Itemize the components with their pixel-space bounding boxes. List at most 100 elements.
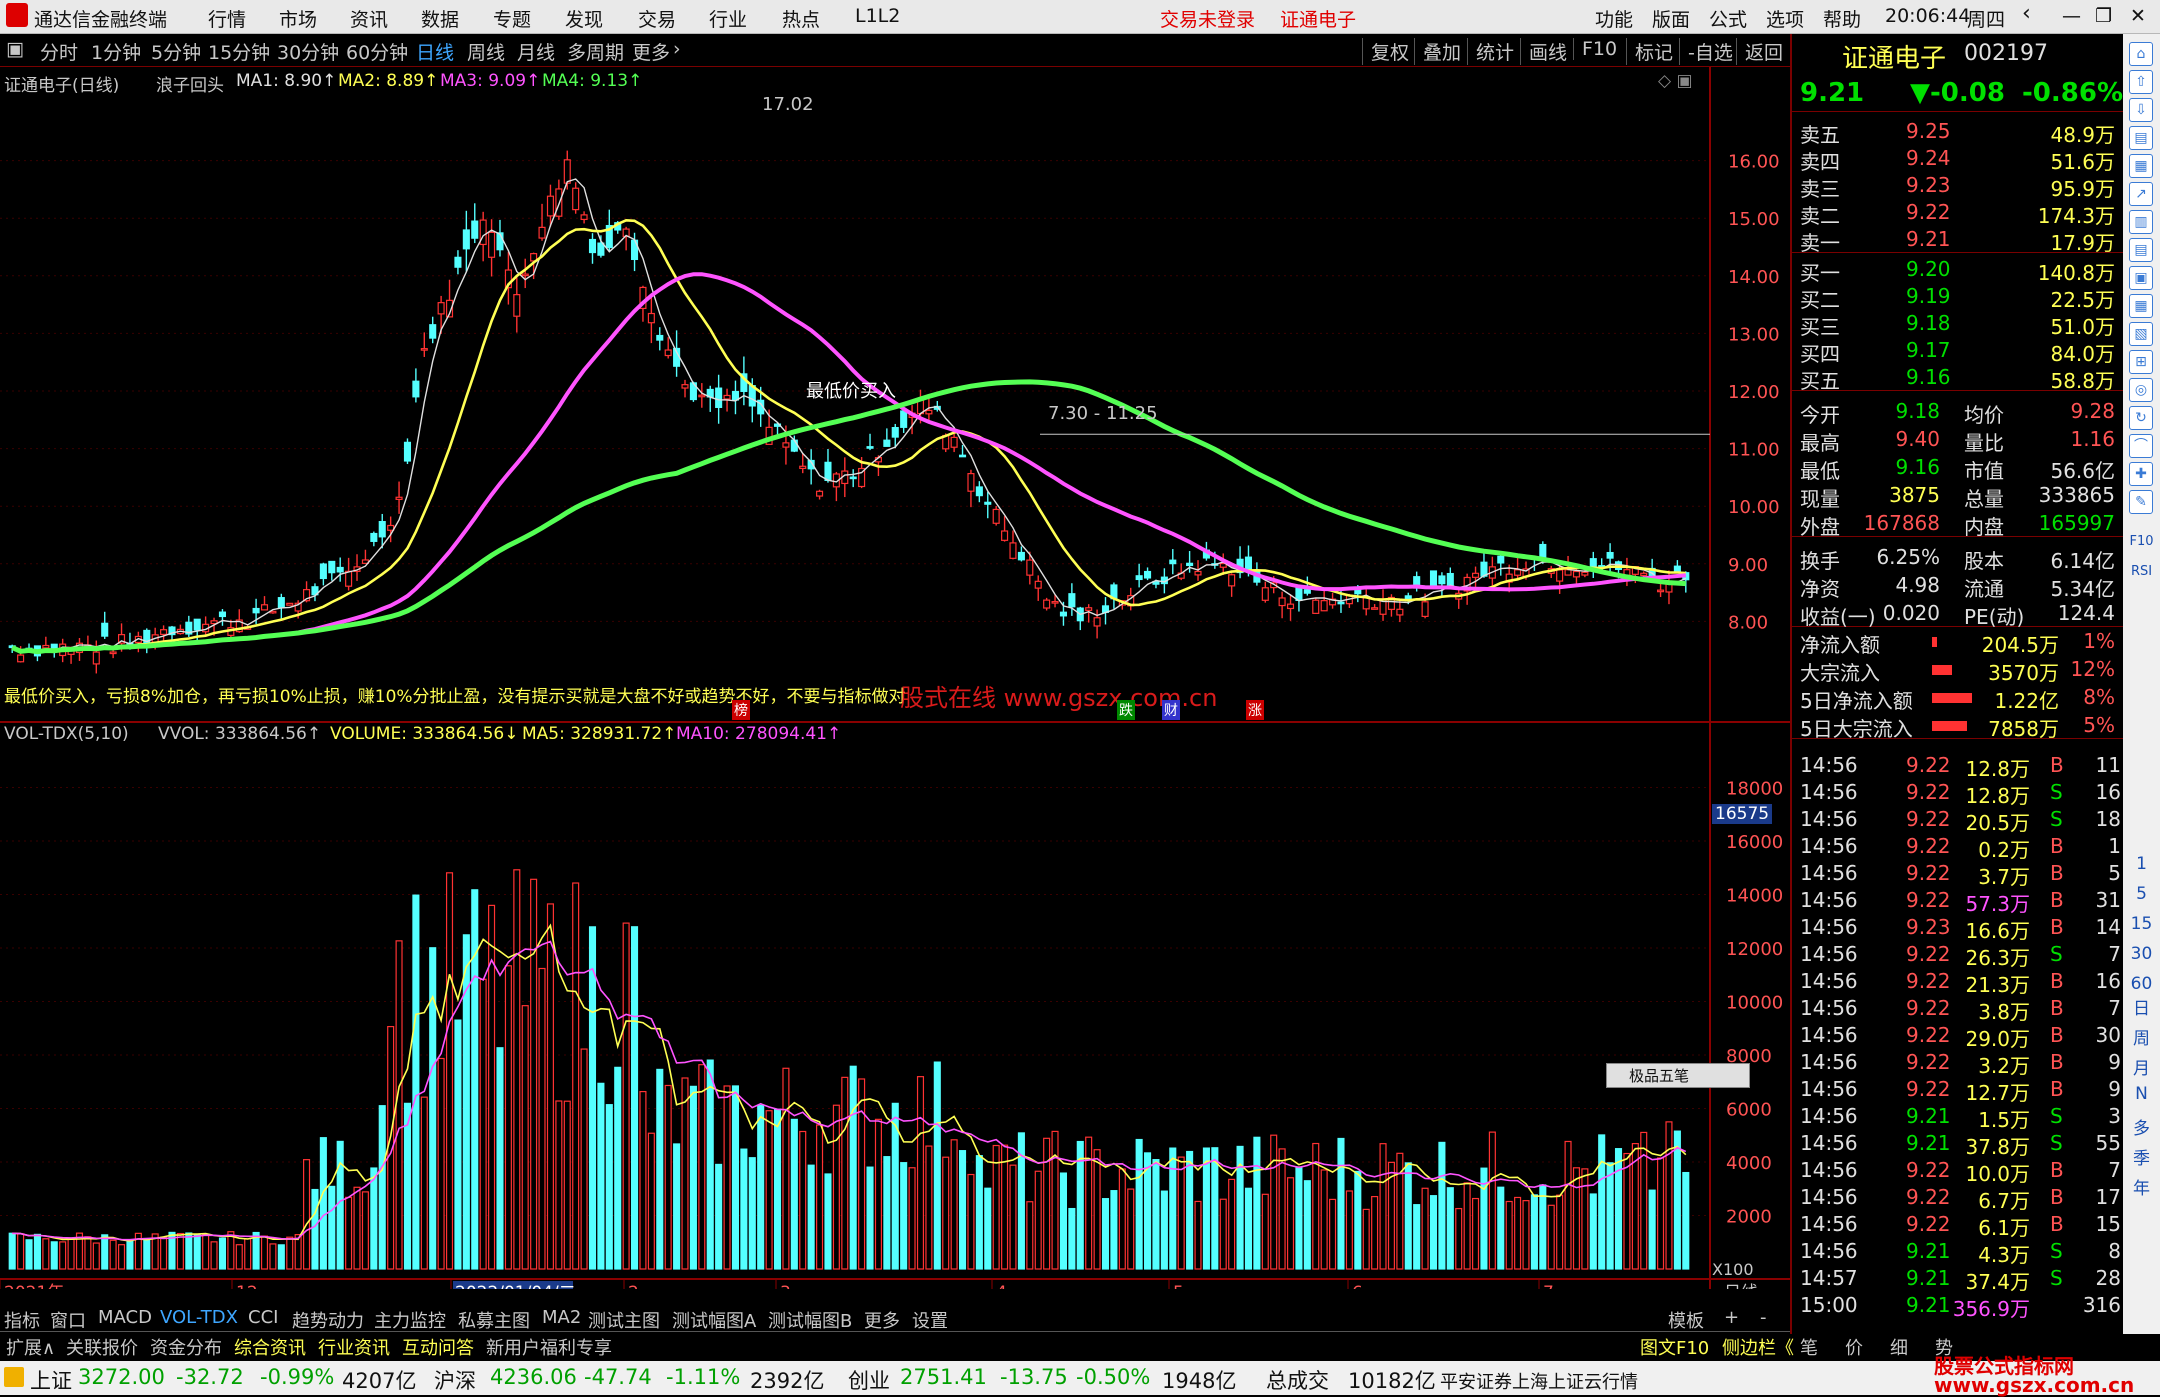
period-tab-15min[interactable]: 15分钟 xyxy=(208,38,270,65)
tick-row[interactable]: 14:56 9.22 21.3万 B 16 xyxy=(1792,968,2125,997)
side-tool-icon[interactable]: ◎ xyxy=(2129,378,2153,402)
ask-level[interactable]: 卖一 9.21 17.9万 xyxy=(1792,226,2125,255)
period-tab-more[interactable]: 更多 xyxy=(632,38,670,65)
period-tab-30min[interactable]: 30分钟 xyxy=(277,38,339,65)
stat-row[interactable]: 净资 4.98 流通 5.34亿 xyxy=(1792,572,2125,601)
tab-more[interactable]: 更多 xyxy=(864,1307,900,1333)
side-period-button[interactable]: 30 xyxy=(2123,944,2160,964)
tab-indicator[interactable]: 指标 xyxy=(4,1307,40,1333)
tab-test-main[interactable]: 测试主图 xyxy=(588,1307,660,1333)
side-period-button[interactable]: 日 xyxy=(2123,994,2160,1019)
menu-l1l2[interactable]: L1L2 xyxy=(855,5,900,27)
action-overlay[interactable]: 叠加 xyxy=(1414,38,1461,65)
badge-die[interactable]: 跌 xyxy=(1117,700,1135,720)
period-tab-daily[interactable]: 日线 xyxy=(416,38,454,65)
tick-row[interactable]: 14:56 9.22 12.7万 B 9 xyxy=(1792,1076,2125,1105)
info-tab-xi[interactable]: 细 xyxy=(1890,1334,1908,1360)
side-period-button[interactable]: RSI xyxy=(2123,564,2160,579)
back-arrow-icon[interactable]: ‹ xyxy=(2022,1,2031,26)
status-home-icon[interactable] xyxy=(4,1367,24,1387)
index-hs-name[interactable]: 沪深 xyxy=(434,1365,476,1395)
period-tab-5min[interactable]: 5分钟 xyxy=(151,38,201,65)
stock-name-link[interactable]: 证通电子 xyxy=(1280,5,1356,32)
maximize-icon[interactable]: ❐ xyxy=(2095,5,2112,27)
side-period-button[interactable]: 5 xyxy=(2123,884,2160,904)
stat-row[interactable]: 收益(一) 0.020 PE(动) 124.4 xyxy=(1792,600,2125,629)
side-period-button[interactable]: 1 xyxy=(2123,854,2160,874)
side-tool-icon[interactable]: ⇩ xyxy=(2129,98,2153,122)
action-draw-line[interactable]: 画线 xyxy=(1520,38,1567,65)
info-general-news[interactable]: 综合资讯 xyxy=(234,1334,306,1360)
tick-row[interactable]: 14:56 9.22 3.8万 B 7 xyxy=(1792,995,2125,1024)
stat-row[interactable]: 现量 3875 总量 333865 xyxy=(1792,482,2125,511)
fund-flow-row[interactable]: 净流入额 204.5万 1% xyxy=(1792,628,2125,657)
stat-row[interactable]: 最高 9.40 量比 1.16 xyxy=(1792,426,2125,455)
info-sidebar-toggle[interactable]: 侧边栏《 xyxy=(1722,1334,1794,1360)
info-tab-jia[interactable]: 价 xyxy=(1845,1334,1863,1360)
tab-window[interactable]: 窗口 xyxy=(50,1307,86,1333)
tab-template[interactable]: 模板 xyxy=(1668,1307,1704,1333)
chart-settings-icon[interactable]: ◇ ▣ xyxy=(1658,71,1693,91)
side-tool-icon[interactable]: ▧ xyxy=(2129,322,2153,346)
toolbar-menu-icon[interactable]: ▣ xyxy=(6,38,24,60)
stat-row[interactable]: 今开 9.18 均价 9.28 xyxy=(1792,398,2125,427)
tab-add[interactable]: + xyxy=(1724,1307,1739,1328)
info-fund-distribution[interactable]: 资金分布 xyxy=(150,1334,222,1360)
tick-row[interactable]: 14:56 9.22 20.5万 S 18 xyxy=(1792,806,2125,835)
fund-flow-row[interactable]: 5日净流入额 1.22亿 8% xyxy=(1792,684,2125,713)
ask-level[interactable]: 卖四 9.24 51.6万 xyxy=(1792,145,2125,174)
tick-row[interactable]: 14:56 9.22 57.3万 B 31 xyxy=(1792,887,2125,916)
menu-help[interactable]: 帮助 xyxy=(1823,5,1861,32)
side-period-button[interactable]: 周 xyxy=(2123,1024,2160,1049)
menu-topic[interactable]: 专题 xyxy=(493,5,531,32)
badge-bang[interactable]: 榜 xyxy=(732,700,750,720)
action-statistics[interactable]: 统计 xyxy=(1467,38,1514,65)
info-related-quote[interactable]: 关联报价 xyxy=(66,1334,138,1360)
period-tab-1min[interactable]: 1分钟 xyxy=(91,38,141,65)
minimize-icon[interactable]: — xyxy=(2062,5,2081,27)
tick-row[interactable]: 14:56 9.21 4.3万 S 8 xyxy=(1792,1238,2125,1267)
tick-row[interactable]: 14:56 9.22 3.7万 B 5 xyxy=(1792,860,2125,889)
kline-svg[interactable]: 16.00 15.00 14.00 13.00 12.00 11.00 10.00 9.00 8… xyxy=(0,67,1790,1289)
ask-level[interactable]: 卖五 9.25 48.9万 xyxy=(1792,118,2125,147)
menu-hotspot[interactable]: 热点 xyxy=(782,5,820,32)
chart-area[interactable]: 16.00 15.00 14.00 13.00 12.00 11.00 10.00 9.00 8… xyxy=(0,67,1790,1289)
action-back[interactable]: 返回 xyxy=(1736,38,1783,65)
tab-main-monitor[interactable]: 主力监控 xyxy=(374,1307,446,1333)
ask-level[interactable]: 卖三 9.23 95.9万 xyxy=(1792,172,2125,201)
info-qa[interactable]: 互动问答 xyxy=(402,1334,474,1360)
action-watchlist[interactable]: -自选 xyxy=(1679,38,1733,65)
info-tab-bi[interactable]: 笔 xyxy=(1800,1334,1818,1360)
tick-row[interactable]: 14:56 9.22 29.0万 B 30 xyxy=(1792,1022,2125,1051)
close-icon[interactable]: ✕ xyxy=(2130,5,2146,27)
period-tab-weekly[interactable]: 周线 xyxy=(467,38,505,65)
side-period-button[interactable]: F10 xyxy=(2123,534,2160,549)
menu-function[interactable]: 功能 xyxy=(1595,5,1633,32)
tick-row[interactable]: 14:56 9.23 16.6万 B 14 xyxy=(1792,914,2125,943)
period-tab-fenshi[interactable]: 分时 xyxy=(40,38,78,65)
period-tab-multi[interactable]: 多周期 xyxy=(567,38,624,65)
stat-row[interactable]: 最低 9.16 市值 56.6亿 xyxy=(1792,454,2125,483)
action-mark[interactable]: 标记 xyxy=(1626,38,1673,65)
menu-market-quote[interactable]: 行情 xyxy=(208,5,246,32)
trade-login-link[interactable]: 交易未登录 xyxy=(1160,5,1255,32)
bid-level[interactable]: 买五 9.16 58.8万 xyxy=(1792,364,2125,393)
stat-row[interactable]: 换手 6.25% 股本 6.14亿 xyxy=(1792,544,2125,573)
tick-row[interactable]: 14:56 9.22 6.1万 B 15 xyxy=(1792,1211,2125,1240)
tick-row[interactable]: 15:00 9.21 356.9万 316 xyxy=(1792,1292,2125,1321)
badge-cai[interactable]: 财 xyxy=(1162,700,1180,720)
tab-ma2[interactable]: MA2 xyxy=(542,1307,581,1328)
info-industry-news[interactable]: 行业资讯 xyxy=(318,1334,390,1360)
index-cy-name[interactable]: 创业 xyxy=(848,1365,890,1395)
ime-indicator[interactable]: 极品五笔 xyxy=(1606,1063,1751,1088)
fund-flow-row[interactable]: 大宗流入 3570万 12% xyxy=(1792,656,2125,685)
side-tool-icon[interactable]: ▤ xyxy=(2129,238,2153,262)
bid-level[interactable]: 买一 9.20 140.8万 xyxy=(1792,256,2125,285)
side-period-button[interactable]: N xyxy=(2123,1084,2160,1104)
menu-industry[interactable]: 行业 xyxy=(709,5,747,32)
side-period-button[interactable]: 多 xyxy=(2123,1114,2160,1139)
side-tool-icon[interactable]: ▥ xyxy=(2129,210,2153,234)
tick-row[interactable]: 14:56 9.22 6.7万 B 17 xyxy=(1792,1184,2125,1213)
tab-trend-power[interactable]: 趋势动力 xyxy=(292,1307,364,1333)
bid-level[interactable]: 买四 9.17 84.0万 xyxy=(1792,337,2125,366)
